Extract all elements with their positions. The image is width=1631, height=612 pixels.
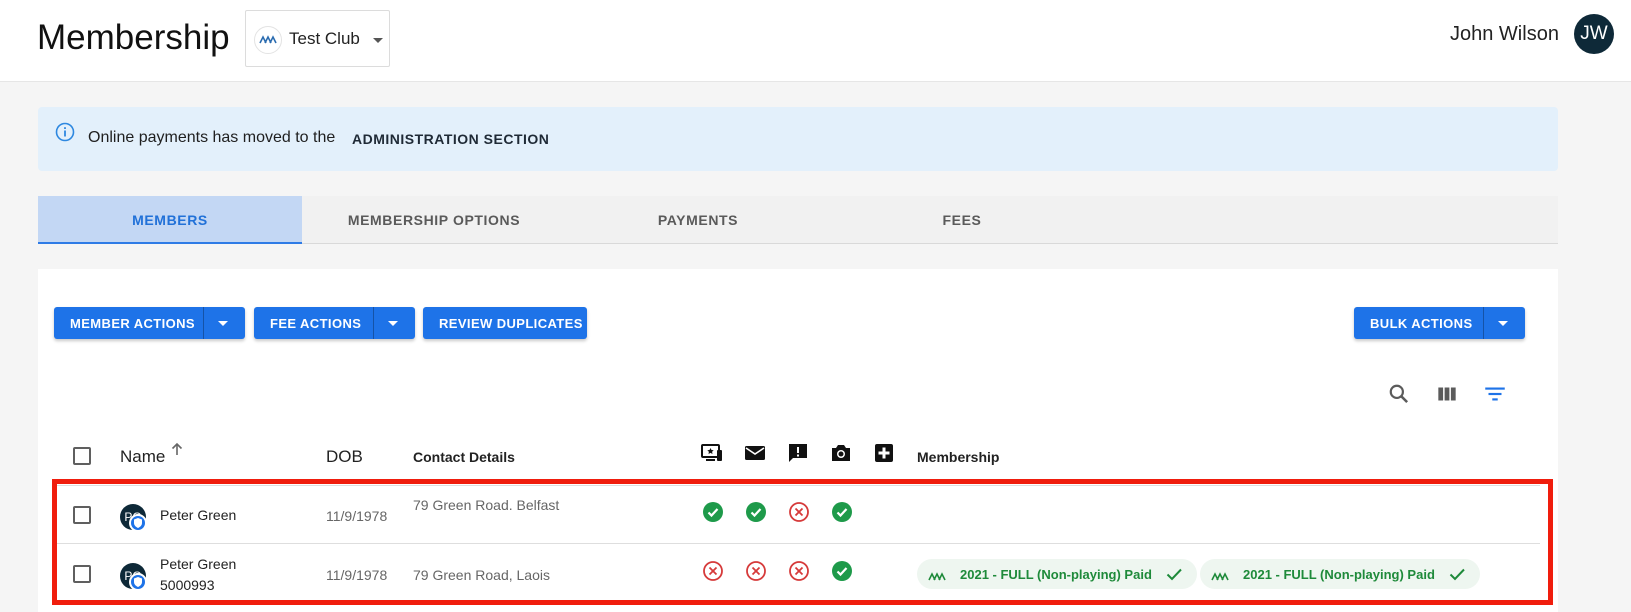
- photo-icon: [829, 441, 853, 465]
- chevron-down-icon: [388, 321, 398, 326]
- verified-shield-icon: [129, 573, 147, 591]
- check-circle-icon: [831, 501, 853, 523]
- membership-chip-label: 2021 - FULL (Non-playing) Paid: [1243, 567, 1435, 582]
- club-select[interactable]: Test Club: [245, 10, 390, 67]
- bulk-actions-label: BULK ACTIONS: [1370, 316, 1473, 331]
- administration-section-link[interactable]: ADMINISTRATION SECTION: [352, 131, 549, 147]
- info-text: Online payments has moved to the: [88, 129, 336, 146]
- member-contact: 79 Green Road. Belfast: [413, 497, 560, 513]
- tab-members[interactable]: MEMBERS: [38, 196, 302, 244]
- column-header-dob[interactable]: DOB: [326, 447, 363, 467]
- member-dob: 11/9/1978: [326, 567, 388, 583]
- chevron-down-icon: [1498, 321, 1508, 326]
- check-icon: [1448, 565, 1466, 588]
- tab-fees[interactable]: FEES: [830, 196, 1094, 244]
- check-circle-icon: [831, 560, 853, 582]
- fee-actions-label: FEE ACTIONS: [270, 316, 362, 331]
- club-logo-icon: [1211, 569, 1231, 587]
- member-id: 5000993: [160, 577, 215, 593]
- fee-actions-button[interactable]: FEE ACTIONS: [254, 307, 415, 339]
- member-name[interactable]: Peter Green: [160, 507, 236, 523]
- member-name[interactable]: Peter Green: [160, 556, 236, 572]
- member-actions-button[interactable]: MEMBER ACTIONS: [54, 307, 245, 339]
- cancel-circle-icon: [702, 560, 724, 582]
- email-icon: [743, 441, 767, 465]
- row-checkbox[interactable]: [73, 565, 91, 583]
- row-checkbox[interactable]: [73, 506, 91, 524]
- chevron-down-icon: [218, 321, 228, 326]
- member-actions-label: MEMBER ACTIONS: [70, 316, 196, 331]
- member-actions-dropdown[interactable]: [203, 307, 245, 339]
- select-all-checkbox[interactable]: [73, 447, 91, 465]
- fee-actions-dropdown[interactable]: [373, 307, 415, 339]
- membership-chip[interactable]: 2021 - FULL (Non-playing) Paid: [917, 559, 1197, 589]
- tab-membership-options[interactable]: MEMBERSHIP OPTIONS: [302, 196, 566, 244]
- feedback-icon: [786, 441, 810, 465]
- cancel-circle-icon: [788, 501, 810, 523]
- page-title: Membership: [37, 18, 230, 57]
- medical-icon: [872, 441, 896, 465]
- info-icon: [55, 122, 75, 147]
- club-logo-icon: [254, 26, 282, 54]
- check-icon: [1165, 565, 1183, 588]
- cancel-circle-icon: [788, 560, 810, 582]
- check-circle-icon: [745, 501, 767, 523]
- verified-shield-icon: [129, 514, 147, 532]
- user-avatar[interactable]: JW: [1574, 14, 1614, 54]
- members-card: MEMBER ACTIONS FEE ACTIONS REVIEW DUPLIC…: [38, 269, 1558, 612]
- review-duplicates-button[interactable]: REVIEW DUPLICATES: [423, 307, 587, 339]
- online-portal-icon: [700, 441, 724, 465]
- tab-bar: MEMBERS MEMBERSHIP OPTIONS PAYMENTS FEES: [38, 196, 1558, 244]
- member-contact: 79 Green Road, Laois: [413, 567, 550, 583]
- arrow-up-icon[interactable]: [170, 441, 184, 462]
- filter-icon[interactable]: [1482, 381, 1508, 407]
- club-name: Test Club: [289, 29, 360, 48]
- check-circle-icon: [702, 501, 724, 523]
- bulk-actions-dropdown[interactable]: [1483, 307, 1525, 339]
- info-banner: Online payments has moved to the ADMINIS…: [38, 107, 1558, 171]
- club-logo-icon: [928, 569, 948, 587]
- member-dob: 11/9/1978: [326, 508, 388, 524]
- search-icon[interactable]: [1386, 381, 1412, 407]
- column-header-membership[interactable]: Membership: [917, 449, 999, 465]
- review-duplicates-label: REVIEW DUPLICATES: [439, 316, 583, 331]
- top-bar: Membership Test Club John Wilson JW: [0, 0, 1631, 82]
- cancel-circle-icon: [745, 560, 767, 582]
- membership-chip[interactable]: 2021 - FULL (Non-playing) Paid: [1200, 559, 1480, 589]
- membership-chip-label: 2021 - FULL (Non-playing) Paid: [960, 567, 1152, 582]
- user-name[interactable]: John Wilson: [1450, 23, 1559, 46]
- column-header-contact[interactable]: Contact Details: [413, 449, 515, 465]
- chevron-down-icon: [373, 38, 383, 43]
- bulk-actions-button[interactable]: BULK ACTIONS: [1354, 307, 1525, 339]
- tab-payments[interactable]: PAYMENTS: [566, 196, 830, 244]
- column-header-name[interactable]: Name: [120, 447, 165, 467]
- columns-icon[interactable]: [1434, 381, 1460, 407]
